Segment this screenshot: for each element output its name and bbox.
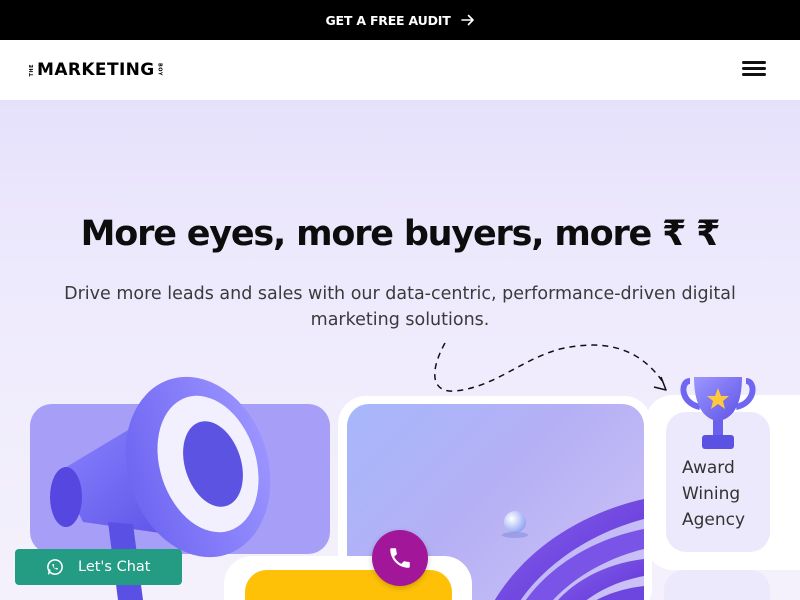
- award-label: Award Wining Agency: [682, 455, 772, 533]
- chat-button-label: Let's Chat: [78, 559, 151, 575]
- logo-suffix: BOY: [156, 63, 163, 77]
- secondary-card: [664, 570, 770, 600]
- trophy-icon: [680, 377, 756, 449]
- call-button[interactable]: [372, 530, 428, 586]
- logo-main: MARKETING: [37, 60, 155, 80]
- site-logo[interactable]: THE MARKETING BOY: [29, 60, 163, 80]
- whatsapp-icon: [47, 559, 63, 575]
- top-announcement-bar[interactable]: GET A FREE AUDIT: [0, 0, 800, 40]
- hero-headline: More eyes, more buyers, more ₹ ₹: [80, 214, 721, 254]
- free-audit-link[interactable]: GET A FREE AUDIT: [325, 13, 450, 28]
- hero-subheadline: Drive more leads and sales with our data…: [64, 284, 736, 330]
- arrow-right-icon: [460, 14, 474, 26]
- hamburger-menu-icon[interactable]: [742, 61, 766, 79]
- chat-button[interactable]: Let's Chat: [15, 549, 182, 585]
- logo-prefix: THE: [29, 63, 35, 77]
- dashed-arrow-decoration: [434, 342, 667, 392]
- award-line-3: Agency: [682, 510, 746, 530]
- award-line-2: Wining: [682, 484, 741, 504]
- site-header: THE MARKETING BOY: [0, 40, 800, 100]
- award-line-1: Award: [682, 458, 735, 478]
- phone-icon: [390, 548, 410, 568]
